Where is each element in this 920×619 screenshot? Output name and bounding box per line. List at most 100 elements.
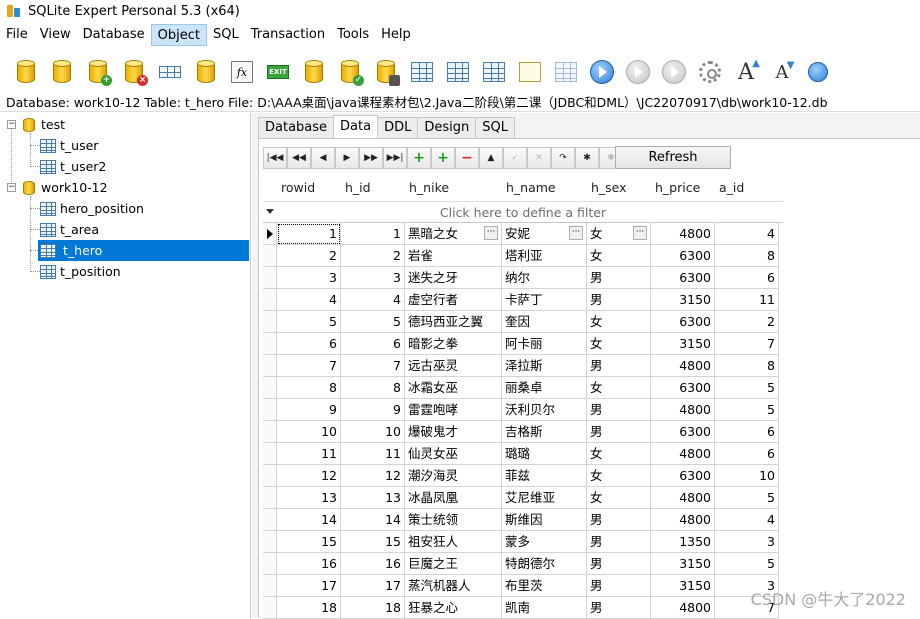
step-button[interactable]: [620, 52, 656, 92]
cell-a_id[interactable]: 6: [715, 421, 779, 443]
tree-table-t_user2[interactable]: t_user2: [40, 156, 106, 177]
table-row[interactable]: 1 1 黑暗之女 ··· 安妮 ··· 女 ··· 4800 4: [263, 223, 783, 245]
cell-h_id[interactable]: 8: [341, 377, 405, 399]
cell-h_sex[interactable]: 男: [587, 531, 651, 553]
menu-transaction[interactable]: Transaction: [245, 24, 331, 46]
cell-a_id[interactable]: 3: [715, 531, 779, 553]
table-row[interactable]: 11 11 仙灵女巫 璐璐 女 4800 6: [263, 443, 783, 465]
cell-h_nike[interactable]: 冰晶凤凰: [405, 487, 502, 509]
filter-row[interactable]: Click here to define a filter: [263, 201, 783, 223]
check-database-button[interactable]: ✓: [332, 52, 368, 92]
post-edit-button[interactable]: ✓: [503, 147, 527, 169]
row-indicator[interactable]: [263, 311, 277, 333]
table-row[interactable]: 5 5 德玛西亚之翼 奎因 女 6300 2: [263, 311, 783, 333]
cell-h_price[interactable]: 3150: [651, 289, 715, 311]
cell-h_nike[interactable]: 迷失之牙: [405, 267, 502, 289]
cell-h_sex[interactable]: 男: [587, 509, 651, 531]
menu-tools[interactable]: Tools: [331, 24, 375, 46]
cell-h_price[interactable]: 3150: [651, 553, 715, 575]
row-indicator[interactable]: [263, 443, 277, 465]
cell-h_sex[interactable]: 女: [587, 311, 651, 333]
cell-h_name[interactable]: 璐璐: [502, 443, 587, 465]
cell-h_id[interactable]: 10: [341, 421, 405, 443]
options-button[interactable]: [692, 52, 728, 92]
table-row[interactable]: 12 12 潮汐海灵 菲兹 女 6300 10: [263, 465, 783, 487]
cell-h_nike[interactable]: 祖安狂人: [405, 531, 502, 553]
cell-h_id[interactable]: 6: [341, 333, 405, 355]
encrypt-database-button[interactable]: [368, 52, 404, 92]
stop-button[interactable]: [656, 52, 692, 92]
cell-h_id[interactable]: 15: [341, 531, 405, 553]
append-record-button[interactable]: +: [431, 147, 455, 169]
cell-h_id[interactable]: 16: [341, 553, 405, 575]
cell-a_id[interactable]: 5: [715, 553, 779, 575]
cell-rowid[interactable]: 9: [277, 399, 341, 421]
cell-h_nike[interactable]: 巨魔之王: [405, 553, 502, 575]
column-header-h_id[interactable]: h_id: [341, 175, 405, 201]
column-header-h_price[interactable]: h_price: [651, 175, 715, 201]
cell-rowid[interactable]: 7: [277, 355, 341, 377]
cell-h_sex[interactable]: 女: [587, 245, 651, 267]
font-increase-button[interactable]: A ▲: [728, 52, 764, 92]
cell-rowid[interactable]: 18: [277, 597, 341, 619]
cell-h_price[interactable]: 6300: [651, 311, 715, 333]
cell-h_price[interactable]: 4800: [651, 355, 715, 377]
cell-h_sex[interactable]: 女: [587, 465, 651, 487]
tab-database[interactable]: Database: [258, 117, 335, 138]
cell-h_id[interactable]: 14: [341, 509, 405, 531]
table-row[interactable]: 9 9 雷霆咆哮 沃利贝尔 男 4800 5: [263, 399, 783, 421]
cell-h_name[interactable]: 卡萨丁: [502, 289, 587, 311]
cell-rowid[interactable]: 2: [277, 245, 341, 267]
cell-h_id[interactable]: 5: [341, 311, 405, 333]
row-indicator[interactable]: [263, 509, 277, 531]
column-header-rowid[interactable]: rowid: [277, 175, 341, 201]
cell-h_name[interactable]: 蒙多: [502, 531, 587, 553]
cell-rowid[interactable]: 12: [277, 465, 341, 487]
cell-h_name[interactable]: 奎因: [502, 311, 587, 333]
new-view-button[interactable]: [512, 52, 548, 92]
row-indicator[interactable]: [263, 553, 277, 575]
font-decrease-button[interactable]: A ▼: [764, 52, 800, 92]
first-page-button[interactable]: |◀◀: [263, 147, 287, 169]
cell-a_id[interactable]: 4: [715, 223, 779, 245]
column-header-h_sex[interactable]: h_sex: [587, 175, 651, 201]
menu-object[interactable]: Object: [150, 24, 207, 46]
cell-h_nike[interactable]: 雷霆咆哮: [405, 399, 502, 421]
cell-h_name[interactable]: 丽桑卓: [502, 377, 587, 399]
menu-file[interactable]: File: [0, 24, 34, 46]
delete-record-button[interactable]: −: [455, 147, 479, 169]
export-button[interactable]: [548, 52, 584, 92]
tree-table-t_hero[interactable]: t_hero: [38, 240, 249, 261]
cell-h_name[interactable]: 斯维因: [502, 509, 587, 531]
row-indicator[interactable]: [263, 289, 277, 311]
cell-h_price[interactable]: 6300: [651, 245, 715, 267]
cell-h_name[interactable]: 特朗德尔: [502, 553, 587, 575]
cell-h_sex[interactable]: 女: [587, 377, 651, 399]
edit-record-button[interactable]: ▲: [479, 147, 503, 169]
row-indicator[interactable]: [263, 245, 277, 267]
cell-a_id[interactable]: 7: [715, 333, 779, 355]
help-button[interactable]: [800, 52, 836, 92]
menu-database[interactable]: Database: [77, 24, 151, 46]
table-row[interactable]: 3 3 迷失之牙 纳尔 男 6300 6: [263, 267, 783, 289]
new-database-button[interactable]: [8, 52, 44, 92]
column-header-a_id[interactable]: a_id: [715, 175, 779, 201]
attach-database-button[interactable]: +: [80, 52, 116, 92]
cell-h_name[interactable]: 布里茨: [502, 575, 587, 597]
row-indicator[interactable]: [263, 597, 277, 619]
cell-h_name[interactable]: 纳尔: [502, 267, 587, 289]
cell-h_nike[interactable]: 德玛西亚之翼: [405, 311, 502, 333]
rename-button[interactable]: [152, 52, 188, 92]
row-indicator[interactable]: [263, 377, 277, 399]
cell-h_price[interactable]: 4800: [651, 399, 715, 421]
cell-h_price[interactable]: 6300: [651, 465, 715, 487]
next-page-button[interactable]: ▶▶: [359, 147, 383, 169]
cell-h_sex[interactable]: 女: [587, 443, 651, 465]
cell-h_sex[interactable]: 女: [587, 487, 651, 509]
function-button[interactable]: fx: [224, 52, 260, 92]
cell-rowid[interactable]: 16: [277, 553, 341, 575]
table-row[interactable]: 14 14 策士统领 斯维因 男 4800 4: [263, 509, 783, 531]
delete-table-button[interactable]: [476, 52, 512, 92]
cell-h_sex[interactable]: 男: [587, 553, 651, 575]
cell-rowid[interactable]: 4: [277, 289, 341, 311]
